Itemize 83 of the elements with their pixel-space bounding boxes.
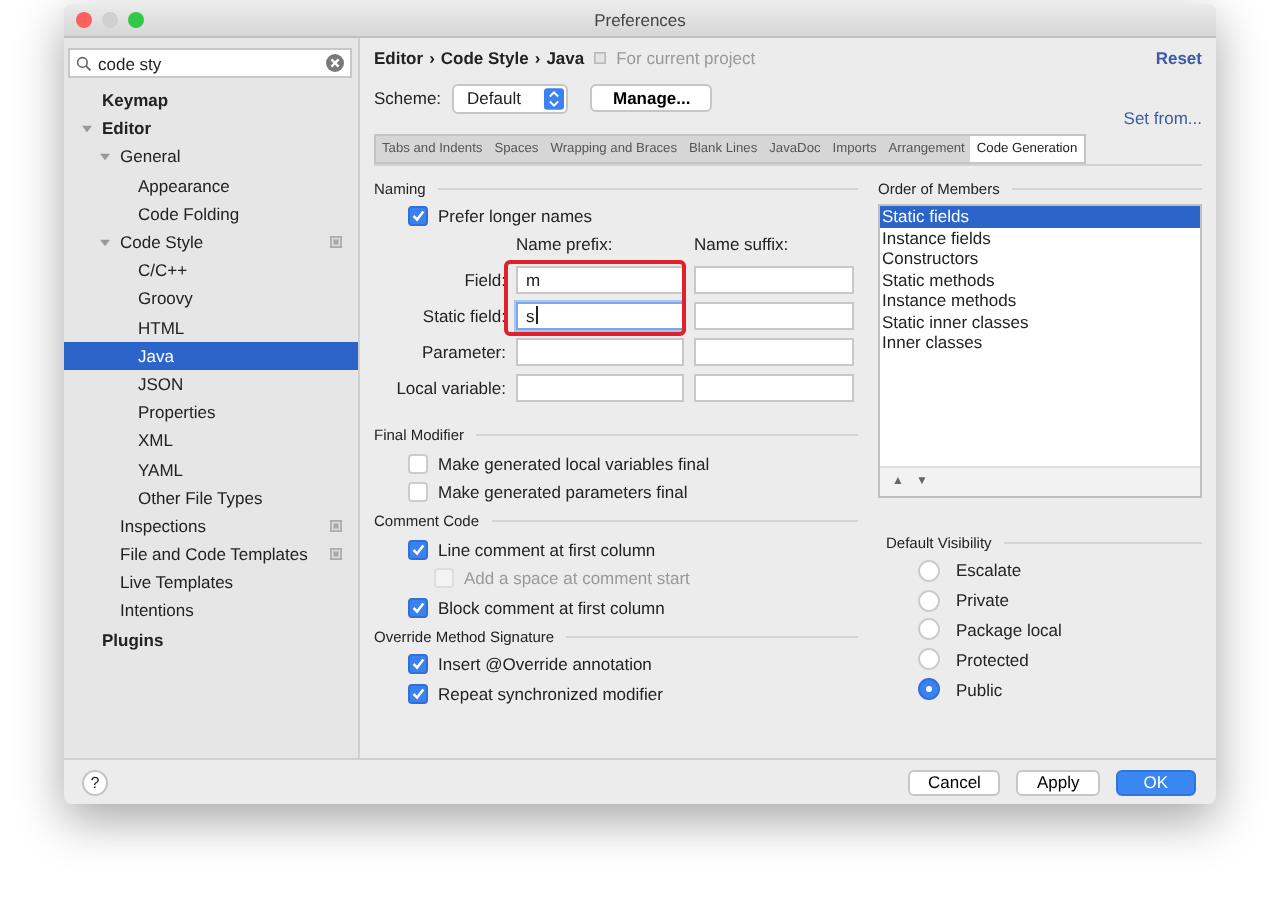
close-icon[interactable] — [76, 12, 92, 28]
tree-item[interactable]: Plugins — [64, 625, 358, 654]
tree-item[interactable]: File and Code Templates — [64, 540, 358, 569]
list-item[interactable]: Static fields — [880, 206, 1200, 227]
column-header: Name suffix: — [694, 231, 791, 257]
tree-item[interactable]: HTML — [64, 313, 358, 342]
expand-arrow-icon[interactable] — [100, 237, 110, 248]
field-label: Field: — [462, 269, 506, 289]
tree-item[interactable]: JSON — [64, 369, 358, 399]
window-title: Preferences — [594, 10, 686, 30]
list-item[interactable]: Instance fields — [880, 227, 1200, 248]
field-label: Parameter: — [419, 341, 506, 361]
radio-label: Package local — [956, 619, 1062, 640]
dialog-button[interactable]: Apply — [1016, 769, 1100, 795]
prefix-field[interactable]: s — [516, 301, 684, 329]
tree-item[interactable]: XML — [64, 426, 358, 455]
checkbox-label: Line comment at first column — [438, 539, 656, 560]
prefix-field[interactable] — [516, 337, 684, 365]
tree-item[interactable]: Intentions — [64, 596, 358, 626]
dialog-button[interactable]: Cancel — [907, 769, 1001, 795]
expand-arrow-icon[interactable] — [100, 151, 110, 162]
set-from-link[interactable]: Set from... — [1123, 108, 1202, 128]
search-icon — [76, 55, 92, 71]
dropdown-arrows-icon — [544, 87, 565, 109]
suffix-field[interactable] — [694, 301, 854, 329]
radio-label: Protected — [956, 649, 1029, 670]
field-label: Static field: — [420, 305, 506, 325]
tree-item[interactable]: C/C++ — [64, 256, 358, 285]
reset-link[interactable]: Reset — [1155, 48, 1202, 68]
tree-item[interactable]: YAML — [64, 454, 358, 484]
tree-item[interactable]: Code Folding — [64, 199, 358, 228]
scope-label: For current project — [616, 48, 756, 68]
radio-label: Private — [956, 590, 1009, 611]
checkbox-label: Make generated local variables final — [438, 453, 710, 474]
scheme-label: Scheme: — [374, 88, 442, 108]
minimize-icon[interactable] — [102, 12, 118, 28]
search-field[interactable]: code sty — [68, 48, 352, 78]
field-label: Local variable: — [394, 377, 506, 397]
checkbox[interactable] — [408, 539, 428, 560]
project-icon — [594, 52, 607, 64]
checkbox-label: Block comment at first column — [438, 597, 665, 618]
list-item[interactable]: Static inner classes — [880, 311, 1200, 332]
radio-button[interactable] — [918, 678, 940, 701]
checkbox[interactable] — [408, 654, 428, 675]
checkbox[interactable] — [408, 683, 428, 704]
zoom-icon[interactable] — [128, 12, 144, 28]
checkbox-label: Add a space at comment start — [464, 568, 690, 589]
radio-label: Public — [956, 679, 1003, 700]
tree-item[interactable]: General — [64, 142, 358, 172]
breadcrumb: Editor › Code Style › Java — [374, 48, 585, 68]
checkbox[interactable] — [408, 597, 428, 618]
checkbox-label: Insert @Override annotation — [438, 654, 652, 675]
column-header: Name prefix: — [516, 231, 615, 257]
tree-item[interactable]: Code Style — [64, 227, 358, 257]
checkbox[interactable] — [408, 206, 428, 227]
expand-arrow-icon[interactable] — [82, 123, 92, 134]
scheme-dropdown[interactable]: Default — [451, 83, 569, 113]
tree-item[interactable]: Inspections — [64, 511, 358, 540]
list-item[interactable]: Constructors — [880, 248, 1200, 269]
tree-item[interactable]: Groovy — [64, 284, 358, 313]
list-item[interactable]: Inner classes — [880, 332, 1200, 353]
tree-item[interactable]: Keymap — [64, 86, 358, 115]
tree-item[interactable]: Other File Types — [64, 483, 358, 512]
list-item[interactable]: Static methods — [880, 269, 1200, 290]
manage-button[interactable]: Manage... — [590, 84, 713, 112]
suffix-field[interactable] — [694, 337, 854, 365]
tree-item[interactable]: Appearance — [64, 171, 358, 200]
help-button[interactable]: ? — [82, 769, 108, 795]
prefix-field[interactable]: m — [516, 265, 684, 293]
tree-item[interactable]: Editor — [64, 114, 358, 143]
radio-label: Escalate — [956, 560, 1022, 581]
tree-item[interactable]: Properties — [64, 398, 358, 427]
suffix-field[interactable] — [694, 373, 854, 401]
checkbox-label: Make generated parameters final — [438, 482, 688, 503]
prefix-field[interactable] — [516, 373, 684, 401]
suffix-field[interactable] — [694, 265, 854, 293]
checkbox-label: Repeat synchronized modifier — [438, 683, 663, 704]
list-item[interactable]: Instance methods — [880, 290, 1200, 311]
dialog-button[interactable]: OK — [1115, 769, 1196, 795]
tree-item[interactable]: Java — [64, 341, 358, 370]
checkbox-label: Prefer longer names — [438, 206, 593, 227]
clear-icon[interactable] — [326, 54, 344, 72]
tree-item[interactable]: Live Templates — [64, 568, 358, 597]
